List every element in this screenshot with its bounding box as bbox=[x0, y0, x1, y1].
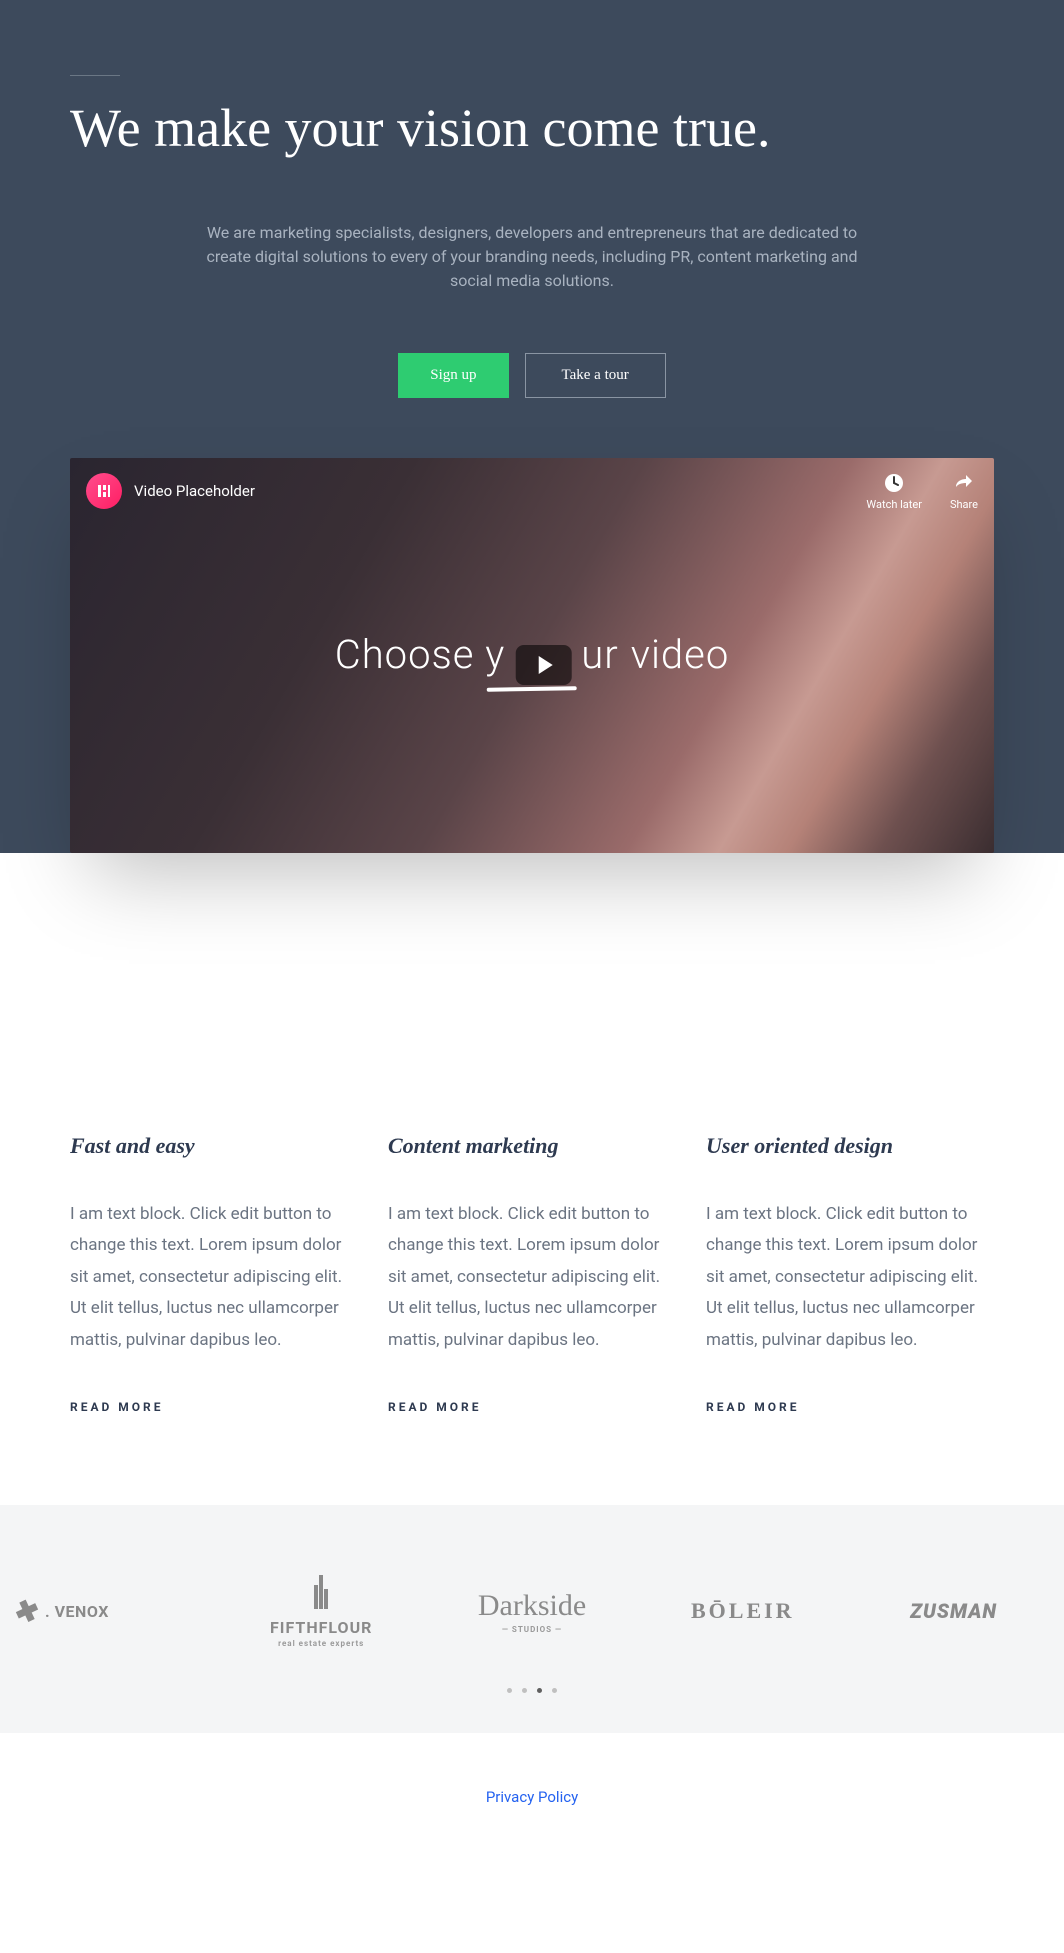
share-label: Share bbox=[950, 498, 978, 511]
play-button[interactable] bbox=[515, 645, 571, 685]
logo-venox: ✖ . VENOX bbox=[15, 1595, 206, 1628]
hero-buttons: Sign up Take a tour bbox=[70, 353, 994, 398]
logo-label: . VENOX bbox=[45, 1602, 109, 1621]
privacy-policy-link[interactable]: Privacy Policy bbox=[486, 1788, 578, 1806]
video-headline-before: Choose y bbox=[335, 631, 506, 678]
features-row: Fast and easy I am text block. Click edi… bbox=[0, 1103, 1064, 1505]
feature-fast-easy: Fast and easy I am text block. Click edi… bbox=[70, 1133, 358, 1415]
signup-button[interactable]: Sign up bbox=[398, 353, 508, 398]
share-button[interactable]: Share bbox=[950, 472, 978, 511]
take-tour-button[interactable]: Take a tour bbox=[525, 353, 666, 398]
video-actions: Watch later Share bbox=[866, 472, 978, 511]
logo-sublabel: real estate experts bbox=[278, 1639, 364, 1648]
carousel-dots bbox=[15, 1688, 1049, 1693]
carousel-dot-1[interactable] bbox=[507, 1688, 512, 1693]
video-channel[interactable]: Video Placeholder bbox=[86, 473, 255, 509]
logo-boleir: BŌLEIR bbox=[647, 1598, 838, 1624]
watch-later-label: Watch later bbox=[866, 498, 922, 511]
share-icon bbox=[953, 472, 975, 494]
read-more-link[interactable]: READ MORE bbox=[388, 1400, 482, 1414]
carousel-dot-3[interactable] bbox=[537, 1688, 542, 1693]
logo-label: Darkside bbox=[478, 1589, 586, 1623]
video-player[interactable]: Video Placeholder Watch later Share bbox=[70, 458, 994, 853]
video-headline-after: video bbox=[631, 631, 730, 678]
logo-label: FIFTHFLOUR bbox=[270, 1618, 372, 1637]
logos-row: ✖ . VENOX FIFTHFLOUR real estate experts… bbox=[15, 1575, 1049, 1648]
logos-section: ✖ . VENOX FIFTHFLOUR real estate experts… bbox=[0, 1505, 1064, 1733]
feature-text: I am text block. Click edit button to ch… bbox=[70, 1199, 358, 1356]
feature-title: Fast and easy bbox=[70, 1133, 358, 1159]
watch-later-button[interactable]: Watch later bbox=[866, 472, 922, 511]
hero-section: We make your vision come true. We are ma… bbox=[0, 0, 1064, 853]
read-more-link[interactable]: READ MORE bbox=[70, 1400, 164, 1414]
logo-fifthflour: FIFTHFLOUR real estate experts bbox=[226, 1575, 417, 1648]
hero-title: We make your vision come true. bbox=[70, 96, 994, 161]
video-headline-mid: ur bbox=[581, 631, 618, 678]
logo-label: ZUSMAN bbox=[910, 1599, 997, 1623]
venox-icon: ✖ bbox=[10, 1592, 44, 1631]
feature-content-marketing: Content marketing I am text block. Click… bbox=[388, 1133, 676, 1415]
feature-title: Content marketing bbox=[388, 1133, 676, 1159]
logo-label: BŌLEIR bbox=[691, 1598, 795, 1624]
feature-title: User oriented design bbox=[706, 1133, 994, 1159]
logo-darkside: Darkside — STUDIOS — bbox=[437, 1589, 628, 1634]
building-icon bbox=[306, 1575, 336, 1616]
feature-user-oriented: User oriented design I am text block. Cl… bbox=[706, 1133, 994, 1415]
carousel-dot-4[interactable] bbox=[552, 1688, 557, 1693]
hero-subtitle: We are marketing specialists, designers,… bbox=[202, 221, 862, 293]
video-channel-title: Video Placeholder bbox=[134, 482, 255, 500]
video-center: Choose y ur video bbox=[335, 631, 730, 679]
video-wrap: Video Placeholder Watch later Share bbox=[70, 458, 994, 853]
logo-sublabel: — STUDIOS — bbox=[502, 1625, 562, 1634]
channel-avatar-icon bbox=[86, 473, 122, 509]
features-section: Fast and easy I am text block. Click edi… bbox=[0, 853, 1064, 1505]
clock-icon bbox=[883, 472, 905, 494]
feature-text: I am text block. Click edit button to ch… bbox=[388, 1199, 676, 1356]
hero-divider bbox=[70, 75, 120, 76]
logo-zusman: ZUSMAN bbox=[858, 1599, 1049, 1623]
play-icon bbox=[538, 656, 552, 674]
video-headline: Choose y ur video bbox=[335, 631, 730, 679]
feature-text: I am text block. Click edit button to ch… bbox=[706, 1199, 994, 1356]
footer: Privacy Policy bbox=[0, 1733, 1064, 1860]
carousel-dot-2[interactable] bbox=[522, 1688, 527, 1693]
video-topbar: Video Placeholder Watch later Share bbox=[70, 458, 994, 525]
read-more-link[interactable]: READ MORE bbox=[706, 1400, 800, 1414]
video-underline bbox=[487, 687, 577, 693]
